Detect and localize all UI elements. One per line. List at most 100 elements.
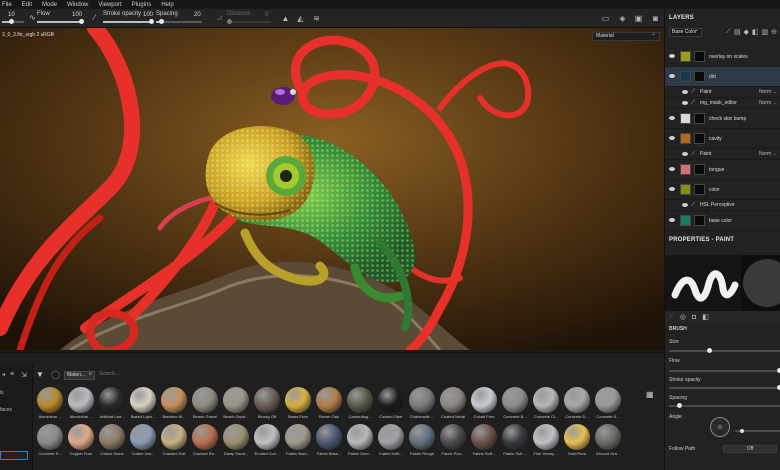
material-thumbnail[interactable]: Fabric Rough [407,424,437,460]
material-thumbnail[interactable]: Fabric Base... [314,424,344,460]
blend-mode-select[interactable]: Norm [759,100,777,106]
menu-help[interactable]: Help [161,2,173,8]
layer-sub-item[interactable]: ⟋ HSL Perceptive [665,200,780,211]
stencil-tab-icon[interactable]: ◘ [692,314,696,321]
blend-mode-select[interactable]: Norm [759,89,777,95]
visibility-eye-icon[interactable] [669,74,675,78]
menu-edit[interactable]: Edit [22,2,32,8]
material-thumbnail[interactable]: Fabric Knitt... [376,424,406,460]
symmetry-icon[interactable]: ▲ [281,14,290,23]
shelf-category-1[interactable]: ls [0,390,4,396]
angle-slider-knob[interactable] [740,429,744,433]
material-thumbnail[interactable]: Beach Sand... [221,387,251,423]
close-icon[interactable]: × [88,372,92,379]
shelf-category-2[interactable]: faces [0,407,12,413]
visibility-eye-icon[interactable] [682,152,688,156]
channel-select[interactable]: Base Color [669,27,702,37]
distance-value[interactable]: 0 [265,12,268,18]
material-tab-icon[interactable]: ◎ [680,313,686,321]
material-thumbnail[interactable]: Ground Gra... [593,424,623,460]
3d-viewport[interactable]: 3_0_3.fin_srgb 2 sRGB Material [0,28,664,350]
import-icon[interactable]: ⇲ [21,371,27,379]
layer-row[interactable]: tongue [665,160,780,180]
add-paint-layer-icon[interactable]: ◧ [752,28,759,36]
layer-row[interactable]: check skin bump [665,109,780,129]
material-thumbnail[interactable]: Cotton Stone [97,424,127,460]
spacing-slider[interactable] [156,19,202,24]
material-thumbnail[interactable]: Cracked Ro... [190,424,220,460]
visibility-eye-icon[interactable] [682,90,688,94]
material-thumbnail[interactable]: Chainmaile ... [407,387,437,423]
visibility-eye-icon[interactable] [682,203,688,207]
search-input[interactable]: Search... [99,371,119,377]
menu-viewport[interactable]: Viewport [98,2,121,8]
material-thumbnail[interactable]: Carbon Fiber [376,387,406,423]
visibility-eye-icon[interactable] [682,101,688,105]
material-thumbnail[interactable]: Fabric Soft... [469,424,499,460]
layer-row[interactable]: base color [665,211,780,231]
brush-size-slider[interactable] [669,348,780,353]
brush-flow-slider[interactable] [669,368,780,373]
material-thumbnail[interactable]: Camouflag... [345,387,375,423]
layer-sub-item[interactable]: ⟋ mg_mask_editor Norm [665,98,780,109]
material-thumbnail[interactable]: Blocky Off [252,387,282,423]
grid-view-icon[interactable]: ▦ [646,390,654,399]
visibility-eye-icon[interactable] [669,116,675,120]
collapse-icon[interactable]: ◂ [2,371,5,378]
render-icon[interactable]: ▣ [634,14,643,23]
layer-row[interactable]: color [665,180,780,200]
shelf-new-button[interactable] [0,451,28,460]
material-thumbnail[interactable]: Fabric Rou... [438,424,468,460]
material-thumbnail[interactable]: Beach Gravel [190,387,220,423]
material-thumbnail[interactable]: Brass Pure [283,387,313,423]
filter-icon[interactable]: ▼ [36,370,44,379]
filter-chip-materials[interactable]: Materi... × [64,371,95,380]
material-thumbnail[interactable]: Fabric Bam... [283,424,313,460]
menu-plugins[interactable]: Plugins [132,2,152,8]
material-thumbnail[interactable]: Cracked Soil [159,424,189,460]
camera-screen-icon[interactable]: ▭ [601,14,610,23]
brush-spacing-slider[interactable] [669,403,780,408]
brush-stroke-opacity-slider[interactable] [669,385,780,390]
material-thumbnail[interactable]: Concrete B... [500,387,530,423]
material-thumbnail[interactable]: Coated Metal [438,387,468,423]
material-thumbnail[interactable]: Damp Sand... [221,424,251,460]
material-thumbnail[interactable]: Concrete S... [593,387,623,423]
projection-icon[interactable]: ◭ [296,14,305,23]
visibility-eye-icon[interactable] [669,136,675,140]
size-value[interactable]: 10 [8,12,15,18]
material-thumbnail[interactable]: Gold Pure [562,424,592,460]
display-channel-select[interactable]: Material [592,31,660,41]
add-mask-icon[interactable]: ▤ [734,28,741,36]
material-thumbnail[interactable]: Fabric Suit ... [500,424,530,460]
add-folder-icon[interactable]: ▥ [762,28,769,36]
visibility-eye-icon[interactable] [669,218,675,222]
blend-mode-select[interactable]: Norm [759,151,777,157]
material-thumbnail[interactable]: Concrete S... [35,424,65,460]
menu-file[interactable]: File [2,2,12,8]
material-thumbnail[interactable]: Fine Jersey ... [531,424,561,460]
layer-sub-item[interactable]: ⟋ Paint Norm [665,87,780,98]
alpha-tab-icon[interactable]: ◧ [702,313,709,321]
material-thumbnail[interactable]: Copper Pure [66,424,96,460]
delete-layer-icon[interactable]: ⊖ [771,28,777,36]
material-thumbnail[interactable]: Aluminium ... [35,387,65,423]
spacing-value[interactable]: 20 [194,12,201,18]
material-thumbnail[interactable]: Concrete D... [562,387,592,423]
stroke-opacity-value[interactable]: 100 [143,12,153,18]
material-thumbnail[interactable]: Concrete Cl... [531,387,561,423]
size-slider[interactable] [2,19,24,24]
add-effect-icon[interactable]: ⟋ [726,28,731,36]
flow-value[interactable]: 100 [72,12,82,18]
angle-dial[interactable] [710,417,730,437]
material-thumbnail[interactable]: Brown Oak [314,387,344,423]
layer-row[interactable]: dirt [665,67,780,87]
material-thumbnail[interactable]: Cotton Jea... [128,424,158,460]
screenshot-icon[interactable]: ◙ [651,14,660,23]
layer-sub-item[interactable]: ⟋ Paint Norm [665,149,780,160]
visibility-eye-icon[interactable] [669,187,675,191]
add-fill-layer-icon[interactable]: ◆ [744,28,749,36]
material-thumbnail[interactable]: Fabric Deni... [345,424,375,460]
visibility-eye-icon[interactable] [669,167,675,171]
material-thumbnail[interactable]: Baked Light... [128,387,158,423]
